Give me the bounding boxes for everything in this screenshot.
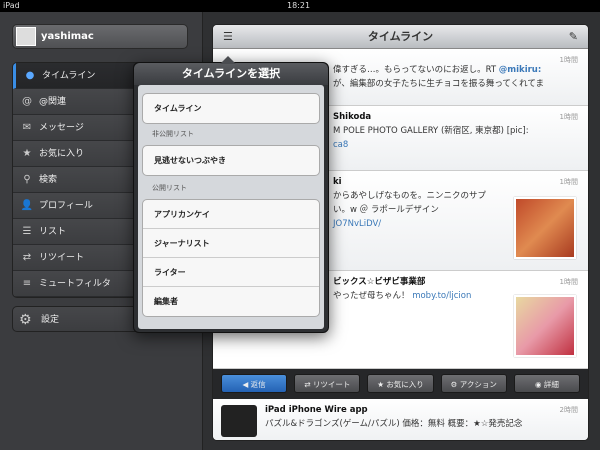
tweet-text: M POLE PHOTO GALLERY (新宿区, 東京都) [pic]:: [333, 126, 529, 136]
tweet-time: 1時間: [559, 56, 578, 64]
profile-button[interactable]: yashimac: [12, 24, 188, 49]
tweet-action-toolbar: ◀ 返信 ⇄ リツイート ★ お気に入り ⚙ アクション ◉ 詳細: [213, 369, 588, 399]
retweet-icon: ⇄: [304, 380, 313, 389]
popover-body: タイムライン 非公開リスト 見逃せないつぶやき 公開リスト アプリカンケイ ジャ…: [138, 85, 324, 329]
option-list[interactable]: アプリカンケイ: [143, 200, 319, 229]
timeline-group: タイムライン: [142, 93, 320, 124]
clock: 18:21: [287, 1, 311, 10]
reply-button[interactable]: ◀ 返信: [221, 374, 288, 393]
retweet-button[interactable]: ⇄ リツイート: [294, 374, 361, 393]
tweet-image[interactable]: [514, 295, 576, 357]
popover-arrow: [220, 56, 236, 64]
tweet-link[interactable]: moby.to/ljcion: [412, 291, 471, 301]
compose-icon[interactable]: ✎: [569, 25, 578, 49]
action-button[interactable]: ⚙ アクション: [440, 374, 507, 393]
status-bar: iPad 18:21: [0, 0, 600, 12]
timeline-header: ☰ タイムライン ✎: [213, 25, 588, 49]
tweet-time: 1時間: [559, 113, 578, 121]
detail-button[interactable]: ◉ 詳細: [513, 374, 581, 393]
filter-icon: ≡: [22, 278, 32, 289]
star-icon: ★: [377, 380, 387, 389]
label: アクション: [459, 380, 497, 389]
private-list-group: 見逃せないつぶやき: [142, 145, 320, 176]
envelope-icon: ✉: [22, 122, 32, 133]
page-title: タイムライン: [367, 30, 434, 43]
label: リツイート: [39, 253, 85, 263]
tweet-text: やったぜ母ちゃん！: [333, 291, 413, 301]
label: 詳細: [543, 380, 559, 389]
tweet-text: が、編集部の女子たちに生チョコを振る舞ってくれてま: [333, 79, 544, 89]
popover-title: タイムラインを選択: [134, 63, 328, 85]
option-list[interactable]: 編集者: [143, 287, 319, 316]
eye-icon: ◉: [534, 380, 544, 389]
search-icon: ⚲: [23, 174, 31, 185]
tweet-author: iPad iPhone Wire app: [265, 405, 368, 415]
option-list[interactable]: ジャーナリスト: [143, 229, 319, 258]
label: タイムライン: [42, 71, 96, 81]
label: @関連: [39, 97, 67, 107]
option-list[interactable]: ライター: [143, 258, 319, 287]
avatar: [16, 27, 36, 46]
tweet-time: 2時間: [559, 406, 578, 414]
label: 返信: [250, 380, 266, 389]
username: yashimac: [41, 31, 94, 42]
tweet[interactable]: 2時間 iPad iPhone Wire app パズル&ドラゴンズ(ゲーム/パズル…: [213, 399, 588, 440]
at-icon: @: [22, 96, 32, 107]
option-list[interactable]: 見逃せないつぶやき: [143, 146, 319, 175]
label: 検索: [39, 175, 58, 185]
tweet-image[interactable]: [514, 197, 576, 259]
device-label: iPad: [3, 1, 20, 10]
star-icon: ★: [22, 148, 32, 159]
label: メッセージ: [39, 123, 84, 133]
tweet-link[interactable]: ca8: [333, 140, 348, 150]
tweet-author: ビックス☆ビザビ事業部: [333, 277, 426, 287]
timeline-selector-popover: タイムラインを選択 タイムライン 非公開リスト 見逃せないつぶやき 公開リスト …: [133, 56, 329, 333]
person-icon: 👤: [20, 200, 34, 211]
option-timeline[interactable]: タイムライン: [143, 94, 319, 123]
reply-icon: ◀: [242, 380, 251, 389]
tweet-time: 1時間: [559, 278, 578, 286]
favorite-button[interactable]: ★ お気に入り: [367, 374, 434, 393]
tweet-author: ki: [333, 177, 342, 187]
avatar: [221, 405, 257, 437]
tweet-text: パズル&ドラゴンズ(ゲーム/パズル) 価格：無料 概要：★☆発売記念: [265, 419, 523, 429]
gear-icon: ⚙: [450, 380, 460, 389]
label: お気に入り: [39, 149, 85, 159]
label: リツイート: [312, 380, 351, 389]
tweet-text: 偉すぎる…。もらってないのにお返し。RT: [333, 65, 499, 75]
label: ミュートフィルタ: [39, 279, 111, 289]
speech-bubble-icon: ●: [25, 70, 35, 81]
public-list-group: アプリカンケイ ジャーナリスト ライター 編集者: [142, 199, 320, 317]
retweet-icon: ⇄: [22, 252, 32, 263]
label: プロフィール: [39, 201, 93, 211]
section-header: 非公開リスト: [152, 130, 194, 138]
tweet-time: 1時間: [559, 178, 578, 186]
tweet-link[interactable]: JO7NvLiDV/: [333, 219, 381, 229]
label: 設定: [41, 315, 60, 325]
list-icon[interactable]: ☰: [223, 25, 233, 49]
section-header: 公開リスト: [152, 184, 187, 192]
gear-icon: ⚙: [19, 312, 32, 328]
tweet-author: Shikoda: [333, 112, 372, 122]
label: リスト: [39, 227, 67, 237]
label: お気に入り: [386, 380, 424, 389]
mention-link[interactable]: @mikiru:: [499, 65, 541, 75]
list-icon: ☰: [22, 226, 32, 237]
